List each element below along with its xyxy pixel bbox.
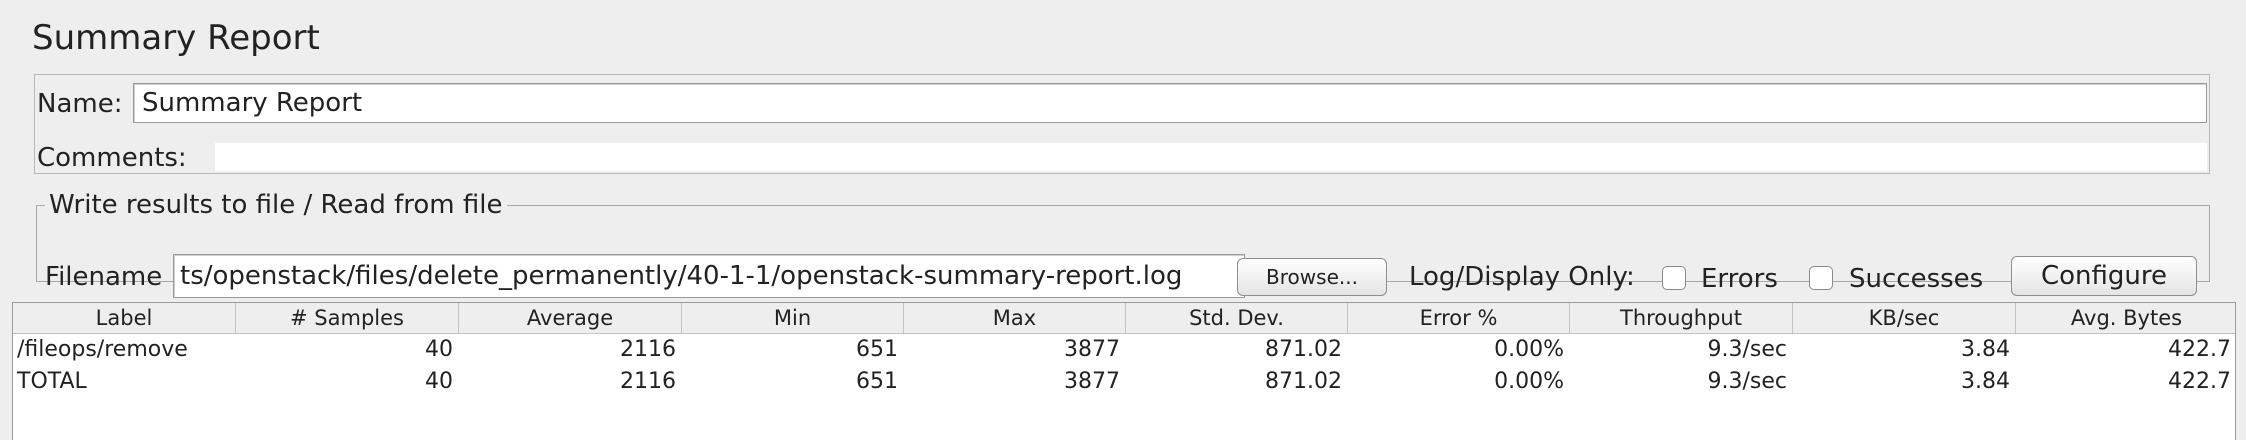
configure-button[interactable]: Configure: [2011, 256, 2197, 296]
column-header[interactable]: Max: [904, 303, 1126, 333]
table-cell: /fileops/remove: [17, 337, 188, 362]
column-header[interactable]: Throughput: [1570, 303, 1793, 333]
name-label: Name:: [37, 89, 123, 119]
file-panel-legend: Write results to file / Read from file: [49, 190, 503, 220]
table-cell: 3877: [1064, 369, 1120, 394]
table-cell: 3.84: [1961, 369, 2010, 394]
results-table: Label # Samples Average Min Max Std. Dev…: [12, 302, 2236, 440]
column-header[interactable]: Label: [13, 303, 236, 333]
table-cell: 40: [425, 337, 453, 362]
table-row[interactable]: TOTAL 40 2116 651 3877 871.02 0.00% 9.3/…: [13, 366, 2235, 398]
table-row[interactable]: /fileops/remove 40 2116 651 3877 871.02 …: [13, 334, 2235, 366]
comments-label: Comments:: [37, 143, 187, 173]
table-cell: 2116: [620, 337, 676, 362]
filename-label: Filename: [45, 262, 163, 292]
successes-label: Successes: [1849, 264, 1984, 294]
successes-checkbox[interactable]: [1809, 266, 1833, 290]
column-header[interactable]: Min: [682, 303, 904, 333]
name-input[interactable]: [133, 83, 2207, 123]
column-header[interactable]: Error %: [1348, 303, 1570, 333]
table-cell: TOTAL: [17, 369, 87, 394]
table-cell: 871.02: [1265, 337, 1342, 362]
page-title: Summary Report: [32, 18, 320, 58]
table-cell: 40: [425, 369, 453, 394]
table-cell: 651: [856, 369, 898, 394]
table-cell: 422.7: [2168, 369, 2231, 394]
file-panel: Write results to file / Read from file F…: [36, 190, 2210, 298]
errors-checkbox[interactable]: [1662, 266, 1686, 290]
table-cell: 0.00%: [1494, 369, 1564, 394]
browse-button[interactable]: Browse...: [1237, 258, 1387, 296]
comments-input[interactable]: [215, 143, 2207, 171]
table-cell: 3877: [1064, 337, 1120, 362]
name-comments-panel: Name: Comments:: [34, 74, 2210, 174]
table-cell: 3.84: [1961, 337, 2010, 362]
table-cell: 9.3/sec: [1707, 337, 1788, 362]
column-header[interactable]: Average: [459, 303, 682, 333]
log-display-only-label: Log/Display Only:: [1409, 262, 1635, 292]
table-cell: 651: [856, 337, 898, 362]
table-cell: 871.02: [1265, 369, 1342, 394]
table-cell: 9.3/sec: [1707, 369, 1788, 394]
column-header[interactable]: Avg. Bytes: [2016, 303, 2237, 333]
column-header[interactable]: KB/sec: [1793, 303, 2016, 333]
column-header[interactable]: Std. Dev.: [1126, 303, 1348, 333]
table-cell: 0.00%: [1494, 337, 1564, 362]
column-header[interactable]: # Samples: [236, 303, 459, 333]
table-cell: 422.7: [2168, 337, 2231, 362]
table-cell: 2116: [620, 369, 676, 394]
errors-label: Errors: [1701, 264, 1778, 294]
table-header: Label # Samples Average Min Max Std. Dev…: [13, 303, 2235, 334]
filename-input[interactable]: [173, 254, 1245, 298]
